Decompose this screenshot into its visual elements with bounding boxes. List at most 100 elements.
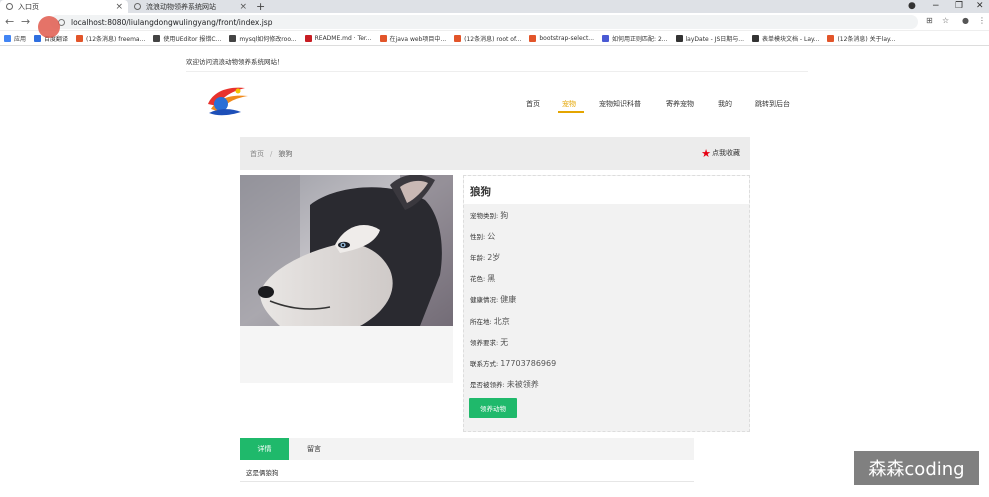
browser-tab-site[interactable]: 流浪动物领养系统网站 ×: [128, 0, 252, 13]
favicon-icon: [304, 34, 312, 42]
restore-button[interactable]: ❐: [955, 0, 963, 13]
pet-field-label: 领养要求:: [470, 339, 499, 347]
bookmark-item[interactable]: (12条消息) 关于lay...: [827, 34, 895, 43]
bookmark-label: mysql如何修改roo...: [239, 35, 297, 43]
pet-field-row: 宠物类别: 狗: [470, 210, 508, 221]
bookmark-item[interactable]: 如何用正则匹配: 2...: [602, 34, 668, 43]
site-logo[interactable]: [205, 82, 251, 118]
close-icon[interactable]: ×: [115, 2, 123, 12]
pet-name: 狼狗: [464, 176, 749, 204]
browser-tabbar: 入口页 × 流浪动物领养系统网站 × + ● − ❐ ✕: [0, 0, 989, 13]
menu-icon[interactable]: ⋮: [978, 16, 986, 25]
apps-grid-icon: [4, 34, 11, 42]
pet-field-value: 北京: [493, 317, 510, 326]
bookmark-item[interactable]: 表单模块文档 - Lay...: [752, 34, 819, 43]
nav-pet-knowledge[interactable]: 宠物知识科普: [599, 99, 641, 109]
pet-field-label: 性别:: [470, 233, 486, 241]
pet-field-value: 17703786969: [500, 359, 557, 368]
star-bookmark-icon[interactable]: ☆: [942, 16, 949, 25]
bookmark-item[interactable]: README.md · Ter...: [304, 34, 372, 42]
url-text: localhost:8080/liulangdongwulingyang/fro…: [71, 17, 273, 27]
nav-mine[interactable]: 我的: [718, 99, 732, 109]
bookmark-label: 在java web项目中...: [389, 35, 447, 43]
pet-field-row: 年龄: 2岁: [470, 252, 500, 263]
pet-field-label: 年龄:: [470, 254, 486, 262]
browser-tab-home[interactable]: 入口页 ×: [0, 0, 128, 13]
bookmarks-bar: 应用 百度翻译 (12条消息) freema... 使用UEditor 报错C... m…: [0, 31, 989, 46]
pet-field-label: 健康情况:: [470, 296, 499, 304]
favicon-icon: [529, 34, 537, 42]
tab-details[interactable]: 详情: [240, 438, 289, 460]
pet-field-value: 健康: [500, 295, 517, 304]
bookmark-item[interactable]: bootstrap-select...: [529, 34, 595, 42]
star-icon: ★: [701, 146, 711, 160]
bookmark-item[interactable]: 使用UEditor 报错C...: [153, 34, 221, 43]
pet-field-value: 未被领养: [506, 380, 539, 389]
bookmark-apps[interactable]: 应用: [4, 34, 26, 43]
welcome-text: 欢迎访问流浪动物领养系统网站！: [186, 58, 284, 66]
nav-active-underline: [558, 111, 584, 113]
adopt-button[interactable]: 领养动物: [469, 398, 517, 418]
bookmark-label: (12条消息) root of...: [464, 35, 522, 43]
favicon-icon: [675, 34, 683, 42]
pet-field-row: 联系方式: 17703786969: [470, 358, 556, 368]
forward-arrow-icon[interactable]: →: [21, 15, 30, 29]
pet-field-value: 狗: [500, 211, 509, 220]
breadcrumb-current: 狼狗: [278, 150, 293, 158]
globe-icon: [134, 3, 141, 10]
url-input[interactable]: localhost:8080/liulangdongwulingyang/fro…: [50, 15, 918, 29]
detail-tabs: 详情 留言: [240, 438, 694, 460]
pet-field-value: 黑: [487, 274, 496, 283]
favorite-button[interactable]: ★ 点我收藏: [701, 146, 740, 160]
favicon-icon: [229, 34, 237, 42]
pet-field-label: 宠物类别:: [470, 212, 499, 220]
bookmark-label: 使用UEditor 报错C...: [163, 35, 222, 43]
pet-field-row: 所在地: 北京: [470, 316, 510, 327]
tab-title: 入口页: [18, 2, 39, 11]
favicon-icon: [76, 34, 84, 42]
translate-icon[interactable]: ⊞: [926, 16, 933, 25]
minimize-button[interactable]: −: [932, 0, 940, 13]
favicon-icon: [153, 34, 161, 42]
favicon-icon: [34, 34, 42, 42]
pet-field-value: 公: [487, 232, 496, 241]
bookmark-item[interactable]: layDate - JS日期与...: [675, 34, 744, 43]
nav-admin[interactable]: 跳转到后台: [755, 99, 790, 109]
bookmark-label: bootstrap-select...: [539, 34, 595, 42]
bookmark-item[interactable]: 在java web项目中...: [379, 34, 447, 43]
nav-pets[interactable]: 宠物: [562, 99, 576, 109]
tab-comments[interactable]: 留言: [300, 438, 328, 460]
close-icon[interactable]: ×: [239, 2, 247, 12]
pet-field-value: 无: [500, 338, 509, 347]
pet-field-row: 是否被领养: 未被领养: [470, 379, 539, 390]
bookmark-label: (12条消息) freema...: [86, 35, 146, 43]
bookmark-item[interactable]: (12条消息) freema...: [76, 34, 145, 43]
detail-text: 这是俩狼狗: [246, 469, 279, 477]
divider: [240, 481, 694, 482]
tab-title: 流浪动物领养系统网站: [146, 2, 216, 11]
pet-info-panel: 狼狗 宠物类别: 狗性别: 公年龄: 2岁 花色: 黑健康情况: 健康 所在地: 北京 领养要求:…: [463, 175, 750, 432]
globe-icon: [6, 3, 13, 10]
favicon-icon: [379, 34, 387, 42]
pet-field-label: 花色:: [470, 275, 486, 283]
nav-home[interactable]: 首页: [526, 99, 540, 109]
breadcrumb-home[interactable]: 首页: [250, 150, 264, 158]
account-circle-icon[interactable]: ●: [908, 0, 916, 13]
window-close-button[interactable]: ✕: [976, 0, 984, 13]
divider: [186, 71, 808, 72]
favorite-label: 点我收藏: [712, 149, 740, 157]
breadcrumb-separator: /: [270, 150, 273, 158]
bookmark-label: 表单模块文档 - Lay...: [762, 35, 820, 43]
nav-foster-pets[interactable]: 寄养宠物: [666, 99, 694, 109]
profile-icon[interactable]: ●: [962, 16, 969, 25]
pet-field-label: 是否被领养:: [470, 381, 505, 389]
bookmark-item[interactable]: mysql如何修改roo...: [229, 34, 297, 43]
pet-field-row: 花色: 黑: [470, 273, 495, 284]
pet-field-row: 性别: 公: [470, 231, 495, 242]
pet-field-row: 领养要求: 无: [470, 337, 508, 348]
new-tab-button[interactable]: +: [256, 0, 265, 13]
bookmark-item[interactable]: (12条消息) root of...: [454, 34, 521, 43]
back-arrow-icon[interactable]: ←: [5, 15, 14, 29]
favicon-icon: [827, 34, 835, 42]
breadcrumb-bar: 首页 / 狼狗 ★ 点我收藏: [240, 137, 750, 170]
